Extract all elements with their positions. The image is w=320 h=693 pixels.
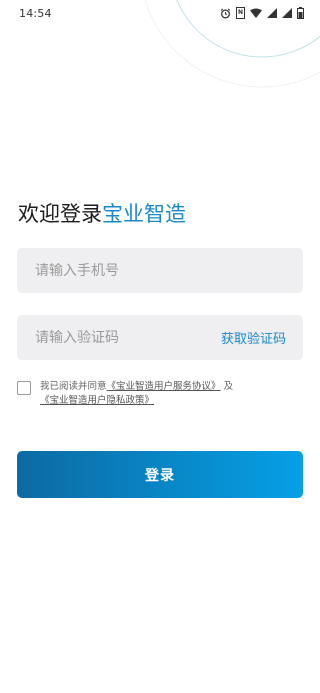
signal-4g-icon [282, 8, 292, 18]
status-icons: N [220, 7, 304, 19]
login-button[interactable]: 登录 [17, 451, 303, 498]
status-bar: 14:54 N [0, 0, 320, 26]
service-agreement-link[interactable]: 《宝业智造用户服务协议》 [107, 381, 221, 392]
battery-icon [297, 7, 304, 19]
agreement-joiner: 及 [223, 381, 234, 392]
nfc-icon: N [235, 7, 245, 19]
privacy-policy-link[interactable]: 《宝业智造用户隐私政策》 [40, 395, 154, 406]
welcome-heading: 欢迎登录宝业智造 [18, 198, 186, 228]
agreement-prefix: 我已阅读并同意 [40, 381, 107, 392]
background-arcs [144, 0, 320, 88]
signal-icon [267, 8, 277, 18]
wifi-icon [250, 8, 262, 18]
brand-name: 宝业智造 [102, 202, 186, 226]
code-input[interactable] [35, 329, 221, 346]
get-code-button[interactable]: 获取验证码 [221, 328, 286, 347]
status-time: 14:54 [19, 6, 52, 20]
alarm-icon [220, 8, 231, 18]
phone-input[interactable] [35, 262, 285, 279]
agreement-checkbox[interactable] [17, 381, 31, 395]
agreement-text: 我已阅读并同意《宝业智造用户服务协议》 及 《宝业智造用户隐私政策》 [40, 380, 233, 408]
agreement-row: 我已阅读并同意《宝业智造用户服务协议》 及 《宝业智造用户隐私政策》 [17, 380, 307, 408]
code-field[interactable]: 获取验证码 [17, 315, 303, 360]
phone-field[interactable] [17, 248, 303, 293]
welcome-prefix: 欢迎登录 [18, 202, 102, 226]
